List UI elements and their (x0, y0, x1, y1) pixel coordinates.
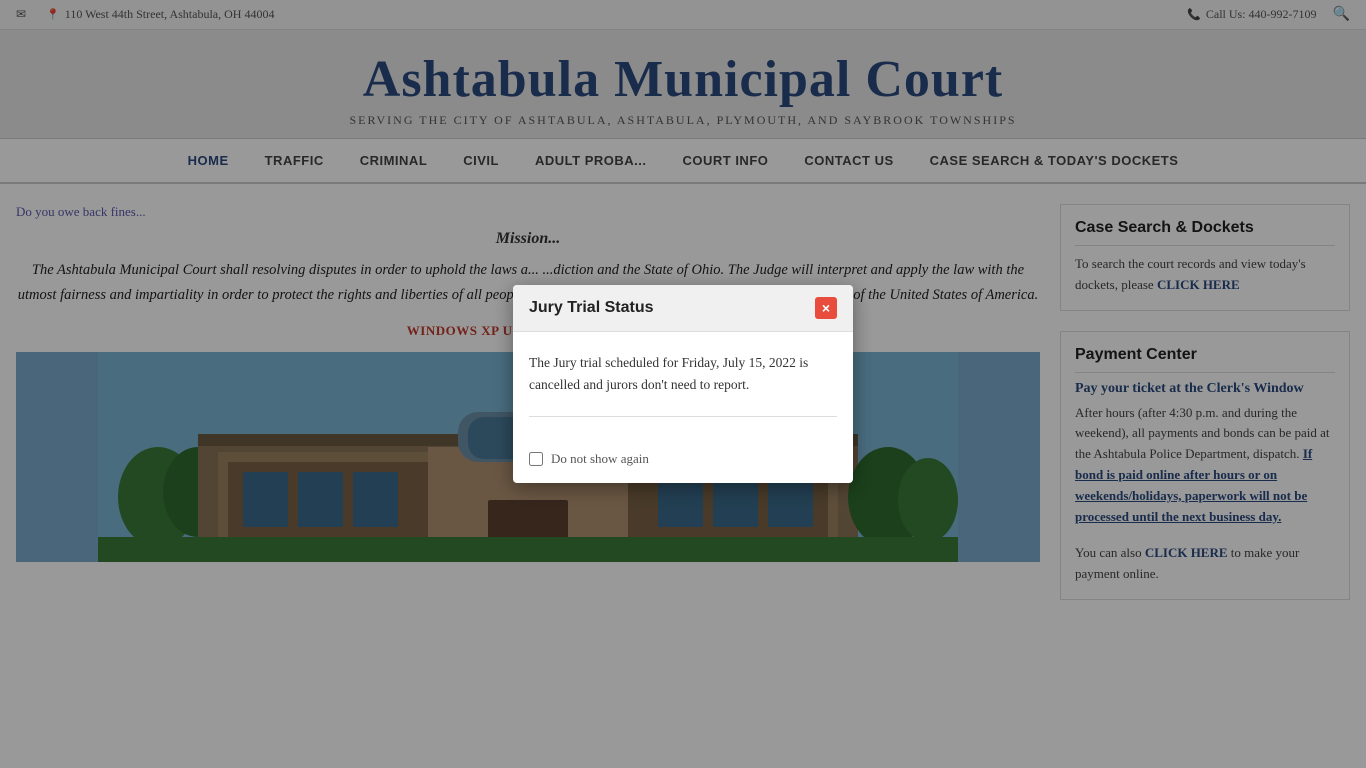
modal-header: Jury Trial Status × (513, 285, 853, 332)
modal-footer: Do not show again (513, 451, 853, 483)
modal-close-button[interactable]: × (815, 297, 837, 319)
jury-trial-modal: Jury Trial Status × The Jury trial sched… (513, 285, 853, 482)
do-not-show-checkbox[interactable] (529, 452, 543, 466)
modal-divider (529, 416, 837, 417)
modal-text: The Jury trial scheduled for Friday, Jul… (529, 352, 837, 395)
modal-body: The Jury trial scheduled for Friday, Jul… (513, 332, 853, 450)
do-not-show-label[interactable]: Do not show again (551, 451, 649, 467)
modal-overlay[interactable]: Jury Trial Status × The Jury trial sched… (0, 0, 1366, 768)
modal-title: Jury Trial Status (529, 299, 654, 317)
